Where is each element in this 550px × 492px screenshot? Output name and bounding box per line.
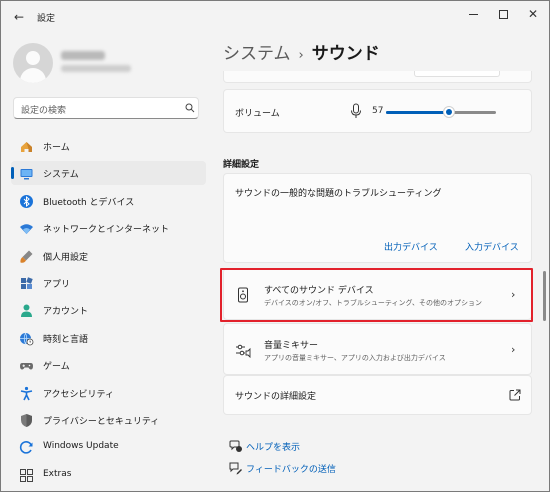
sidebar-item[interactable]: ネットワークとインターネット <box>11 216 206 240</box>
sidebar-item[interactable]: プライバシーとセキュリティ <box>11 408 206 432</box>
avatar-head <box>26 51 40 65</box>
wifi-icon <box>20 224 33 234</box>
volume-label: ボリューム <box>235 109 280 119</box>
sidebar-item-label: 時刻と言語 <box>43 335 89 345</box>
avatar[interactable] <box>13 43 53 83</box>
minimize-button[interactable] <box>458 4 488 24</box>
selected-indicator <box>11 167 14 179</box>
gamepad-icon <box>20 363 33 370</box>
more-sound-settings-row[interactable]: サウンドの詳細設定 <box>223 375 532 415</box>
mixer-icon <box>236 344 251 358</box>
all-sound-devices-title: すべてのサウンド デバイス <box>264 286 374 296</box>
all-sound-devices-row[interactable]: すべてのサウンド デバイス デバイスのオン/オフ、トラブルシューティング、その他… <box>223 268 532 320</box>
globe-clock-icon <box>20 332 34 346</box>
troubleshoot-card: サウンドの一般的な問題のトラブルシューティング 出力デバイス 入力デバイス <box>223 173 532 263</box>
help-icon <box>229 440 242 452</box>
sidebar-item-label: プライバシーとセキュリティ <box>43 417 160 427</box>
breadcrumb-separator: › <box>298 48 304 63</box>
sidebar-item[interactable]: アクセシビリティ <box>11 381 206 405</box>
volume-mixer-row[interactable]: 音量ミキサー アプリの音量ミキサー、アプリの入力および出力デバイス › <box>223 323 532 375</box>
search-icon <box>185 103 195 113</box>
send-feedback-link[interactable]: フィードバックの送信 <box>229 461 349 475</box>
sidebar-item-label: Bluetooth とデバイス <box>43 198 135 208</box>
page-title: サウンド <box>311 44 380 64</box>
sidebar-item[interactable]: ホーム <box>11 134 206 158</box>
sidebar-item-label: アカウント <box>43 307 89 317</box>
volume-card: ボリューム 57 <box>223 89 532 133</box>
output-devices-button[interactable]: 出力デバイス <box>384 240 438 253</box>
advanced-settings-heading: 詳細設定 <box>223 160 260 170</box>
home-icon <box>21 142 32 152</box>
close-button[interactable]: ✕ <box>518 4 548 24</box>
shield-icon <box>21 414 32 427</box>
brush-icon <box>20 250 33 263</box>
all-sound-devices-subtitle: デバイスのオン/オフ、トラブルシューティング、その他のオプション <box>264 299 482 307</box>
apps-icon <box>21 277 33 289</box>
sidebar-item[interactable]: 個人用設定 <box>11 244 206 268</box>
user-email-redacted <box>61 65 131 72</box>
user-name-redacted <box>61 51 105 60</box>
sidebar: 設定の検索 ホームシステム Bluetooth とデバイスネットワークとインターネ… <box>1 1 211 491</box>
account-icon <box>21 304 32 317</box>
sidebar-item-label: Windows Update <box>43 441 119 451</box>
maximize-button[interactable] <box>488 4 518 24</box>
sidebar-item[interactable]: アカウント <box>11 298 206 322</box>
sidebar-item-label: 個人用設定 <box>43 253 89 263</box>
get-help-link[interactable]: ヘルプを表示 <box>229 439 329 453</box>
sidebar-item-label: ホーム <box>43 143 70 153</box>
sidebar-item-label: アクセシビリティ <box>43 390 115 400</box>
microphone-icon[interactable] <box>350 103 362 119</box>
sidebar-item-label: Extras <box>43 469 72 479</box>
volume-value: 57 <box>372 106 384 116</box>
settings-window: ← 設定 ✕ 設定の検索 ホーム システム Bluetooth とデバイス ネットワー… <box>0 0 550 492</box>
sidebar-item-label: システム <box>43 170 79 180</box>
content-scrollbar[interactable] <box>543 271 546 321</box>
chevron-right-icon: › <box>511 343 516 356</box>
feedback-icon <box>229 462 242 475</box>
troubleshoot-title: サウンドの一般的な問題のトラブルシューティング <box>235 189 442 199</box>
sidebar-item[interactable]: システム <box>11 161 206 185</box>
previous-card-button[interactable] <box>414 71 500 77</box>
sidebar-item-label: アプリ <box>43 280 71 290</box>
avatar-body <box>20 68 46 83</box>
sidebar-item[interactable]: Bluetooth とデバイス <box>11 189 206 213</box>
extras-icon <box>20 469 33 482</box>
volume-slider-fill <box>386 111 449 114</box>
sidebar-item[interactable]: アプリ <box>11 271 206 295</box>
breadcrumb-parent[interactable]: システム <box>223 44 291 64</box>
sidebar-item-label: ネットワークとインターネット <box>43 225 170 235</box>
get-help-label[interactable]: ヘルプを表示 <box>246 440 300 453</box>
volume-mixer-title: 音量ミキサー <box>264 341 319 351</box>
search-box[interactable]: 設定の検索 <box>13 97 199 119</box>
sidebar-item[interactable]: 時刻と言語 <box>11 326 206 350</box>
chevron-right-icon: › <box>511 288 516 301</box>
volume-slider-thumb[interactable] <box>443 106 455 118</box>
more-sound-settings-title: サウンドの詳細設定 <box>235 392 317 402</box>
volume-slider[interactable] <box>386 104 496 120</box>
open-external-icon <box>509 389 521 401</box>
sidebar-item[interactable]: Windows Update <box>11 435 206 459</box>
accessibility-icon <box>20 386 33 401</box>
sidebar-item[interactable]: ゲーム <box>11 353 206 377</box>
system-icon <box>20 169 33 180</box>
sidebar-item-label: ゲーム <box>43 362 70 372</box>
update-icon <box>19 441 33 454</box>
volume-mixer-subtitle: アプリの音量ミキサー、アプリの入力および出力デバイス <box>264 354 446 362</box>
speaker-device-icon <box>238 287 248 303</box>
input-devices-button[interactable]: 入力デバイス <box>465 240 519 253</box>
previous-card-bottom <box>223 71 532 83</box>
breadcrumb: システム › サウンド <box>223 39 380 64</box>
search-input[interactable]: 設定の検索 <box>21 103 66 116</box>
sidebar-item[interactable]: Extras <box>11 463 206 487</box>
minimize-icon <box>468 13 478 15</box>
maximize-icon <box>498 9 508 19</box>
bluetooth-icon <box>20 195 33 208</box>
send-feedback-label[interactable]: フィードバックの送信 <box>246 462 336 475</box>
